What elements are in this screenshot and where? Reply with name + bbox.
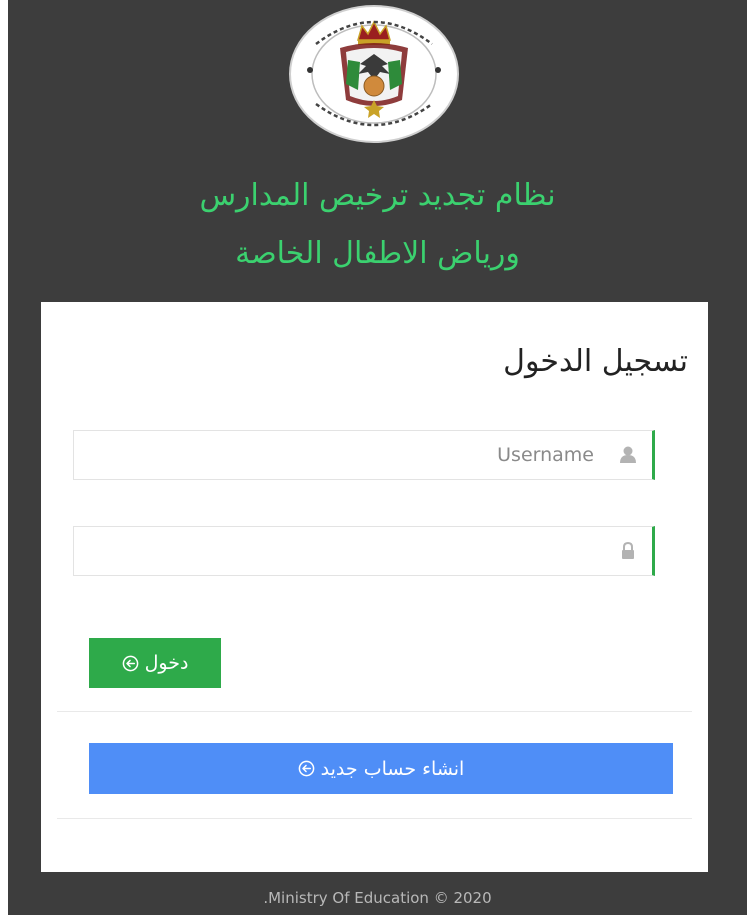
circle-arrow-left-icon [298, 760, 315, 777]
divider [57, 818, 692, 819]
left-edge-strip [0, 0, 8, 915]
login-panel: تسجيل الدخول دخول انشاء حساب جديد [41, 302, 708, 872]
divider [57, 711, 692, 712]
footer-copyright: .Ministry Of Education © 2020 [263, 889, 492, 907]
password-field [73, 526, 655, 576]
username-input[interactable] [74, 431, 594, 479]
login-button-label: دخول [144, 652, 189, 674]
system-title-line-1: نظام تجديد ترخيص المدارس [199, 178, 556, 213]
login-button[interactable]: دخول [89, 638, 221, 688]
lock-icon [622, 541, 634, 559]
username-field [73, 430, 655, 480]
login-heading: تسجيل الدخول [503, 344, 688, 379]
ministry-seal-icon [289, 5, 459, 143]
password-input[interactable] [74, 527, 594, 575]
circle-arrow-left-icon [122, 655, 138, 671]
create-account-button[interactable]: انشاء حساب جديد [89, 743, 673, 794]
user-icon [620, 446, 636, 463]
create-account-button-label: انشاء حساب جديد [320, 757, 465, 780]
system-title-line-2: ورياض الاطفال الخاصة [235, 236, 520, 271]
